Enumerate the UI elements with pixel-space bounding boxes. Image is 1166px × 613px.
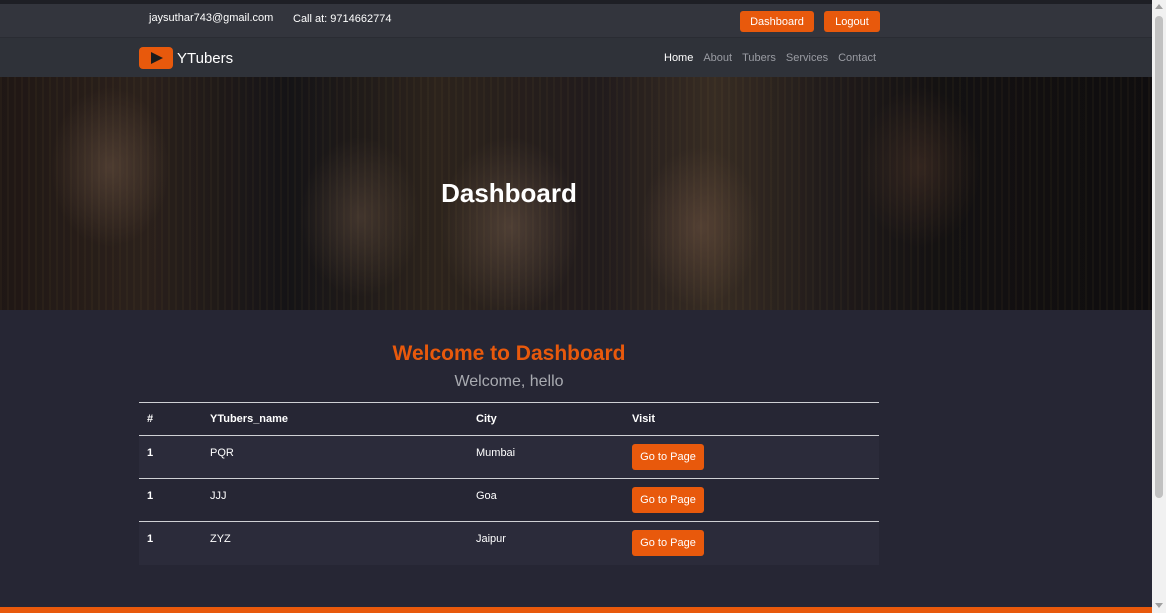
brand-name: YTubers: [177, 49, 234, 67]
nav-link-tubers[interactable]: Tubers: [742, 52, 776, 64]
column-header-visit: Visit: [624, 402, 879, 436]
main-navbar: YTubers Home About Tubers Services Conta…: [0, 38, 1152, 77]
hero-title: Dashboard: [441, 178, 577, 208]
contact-phone: Call at: 9714662774: [293, 13, 392, 25]
nav-link-services[interactable]: Services: [786, 52, 828, 64]
hero-banner: Dashboard: [0, 77, 1152, 310]
scroll-up-arrow-icon[interactable]: [1155, 4, 1163, 9]
nav-link-about[interactable]: About: [703, 52, 732, 64]
contact-email: jaysuthar743@gmail.com: [149, 12, 274, 24]
row-name: ZYZ: [202, 521, 468, 565]
scrollbar-thumb[interactable]: [1155, 16, 1163, 498]
table-header-row: # YTubers_name City Visit: [139, 402, 879, 436]
row-number: 1: [139, 478, 202, 522]
row-city: Goa: [468, 478, 624, 522]
row-visit-cell: Go to Page: [624, 521, 879, 565]
youtube-play-icon: [139, 47, 173, 69]
nav-link-home[interactable]: Home: [664, 52, 693, 64]
row-number: 1: [139, 435, 202, 479]
column-header-number: #: [139, 402, 202, 436]
row-visit-cell: Go to Page: [624, 478, 879, 522]
welcome-greeting: Welcome, hello: [454, 373, 564, 390]
table-row: 1 PQR Mumbai Go to Page: [139, 435, 879, 479]
row-name: JJJ: [202, 478, 468, 522]
logout-button[interactable]: Logout: [824, 11, 880, 32]
nav-link-contact[interactable]: Contact: [838, 52, 876, 64]
footer-accent-bar: [0, 607, 1152, 613]
ytubers-table: # YTubers_name City Visit 1 PQR Mumbai G…: [139, 402, 879, 565]
brand-logo[interactable]: YTubers: [139, 47, 233, 69]
row-number: 1: [139, 521, 202, 565]
dashboard-button[interactable]: Dashboard: [740, 11, 814, 32]
go-to-page-button[interactable]: Go to Page: [632, 487, 704, 513]
table-row: 1 ZYZ Jaipur Go to Page: [139, 521, 879, 565]
table-row: 1 JJJ Goa Go to Page: [139, 478, 879, 522]
row-city: Mumbai: [468, 435, 624, 479]
row-city: Jaipur: [468, 521, 624, 565]
go-to-page-button[interactable]: Go to Page: [632, 444, 704, 470]
column-header-city: City: [468, 402, 624, 436]
top-contact-bar: jaysuthar743@gmail.com Call at: 97146627…: [0, 4, 1152, 38]
welcome-heading: Welcome to Dashboard: [392, 342, 626, 365]
column-header-name: YTubers_name: [202, 402, 468, 436]
row-visit-cell: Go to Page: [624, 435, 879, 479]
scroll-down-arrow-icon[interactable]: [1155, 603, 1163, 608]
nav-links: Home About Tubers Services Contact: [664, 52, 886, 64]
go-to-page-button[interactable]: Go to Page: [632, 530, 704, 556]
row-name: PQR: [202, 435, 468, 479]
